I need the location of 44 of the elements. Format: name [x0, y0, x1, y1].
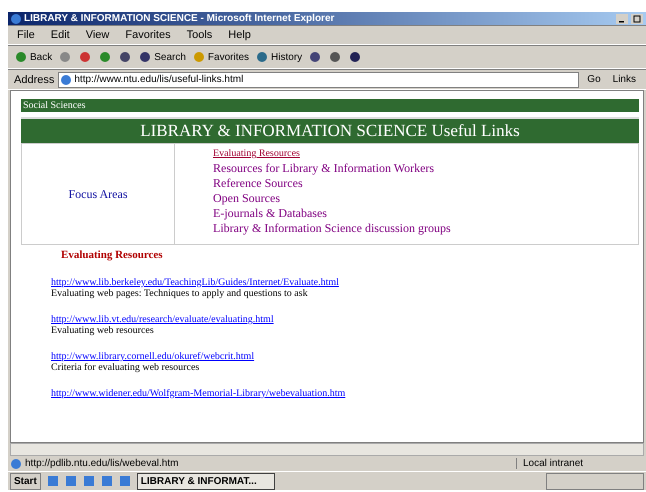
resource-link[interactable]: http://www.lib.berkeley.edu/TeachingLib/Guides/Internet/Evaluate.html [51, 277, 339, 288]
quick-launch-icon[interactable] [118, 475, 131, 487]
links-button[interactable]: Links [608, 74, 640, 85]
menu-item[interactable]: Tools [184, 29, 216, 41]
toolbar-button[interactable]: History [255, 50, 302, 64]
quick-launch-icon[interactable] [82, 475, 95, 487]
focus-link[interactable]: Open Sources [213, 191, 638, 206]
toolbar-button[interactable]: Favorites [192, 50, 250, 64]
toolbar-button[interactable]: Search [138, 50, 186, 64]
menu-item[interactable]: File [14, 29, 38, 41]
focus-link[interactable]: Reference Sources [213, 176, 638, 191]
resource-description: Evaluating web pages: Techniques to apply and questions to ask [51, 288, 309, 299]
page-heading: LIBRARY & INFORMATION SCIENCE Useful Links [21, 117, 639, 143]
focus-link[interactable]: Library & Information Science discussion groups [213, 221, 638, 236]
maximize-button[interactable] [631, 14, 643, 24]
quick-launch-icon[interactable] [100, 475, 113, 487]
resource-link[interactable]: http://www.library.cornell.edu/okuref/webcrit.html [51, 351, 254, 362]
resource-link[interactable]: http://www.lib.vt.edu/research/evaluate/evaluating.html [51, 314, 274, 325]
quick-launch-icon[interactable] [64, 475, 77, 487]
toolbar-button[interactable]: Back [14, 50, 52, 64]
resource-link[interactable]: http://www.widener.edu/Wolfgram-Memorial-Library/webevaluation.htm [51, 388, 346, 399]
status-text: http://pdlib.ntu.edu/lis/webeval.htm [25, 458, 180, 469]
go-button[interactable]: Go [583, 74, 605, 85]
menu-item[interactable]: Help [225, 29, 254, 41]
menu-item[interactable]: Edit [48, 29, 73, 41]
focus-label: Focus Areas [22, 144, 174, 244]
menu-item[interactable]: Favorites [122, 29, 174, 41]
zone-indicator: Local intranet [516, 458, 643, 469]
start-button[interactable]: Start [10, 472, 41, 490]
browser-icon [11, 14, 21, 24]
taskbar-button[interactable]: LIBRARY & INFORMAT... [136, 472, 275, 490]
address-field[interactable]: http://www.ntu.edu/lis/useful-links.html [58, 72, 580, 88]
address-label: Address [14, 74, 54, 86]
window-title: LIBRARY & INFORMATION SCIENCE - Microsoft Internet Explorer [24, 13, 336, 24]
focus-link[interactable]: E-journals & Databases [213, 206, 638, 221]
quick-launch-icon[interactable] [46, 475, 59, 487]
resource-description: Evaluating web resources [51, 325, 155, 336]
section-banner: Social Sciences [21, 99, 639, 112]
focus-link[interactable]: Resources for Library & Information Workers [213, 161, 638, 176]
horizontal-scrollbar[interactable] [10, 443, 644, 456]
resource-description: Criteria for evaluating web resources [51, 362, 200, 373]
subheading: Evaluating Resources [61, 249, 164, 261]
focus-link[interactable]: Evaluating Resources [213, 146, 638, 161]
menu-item[interactable]: View [82, 29, 112, 41]
